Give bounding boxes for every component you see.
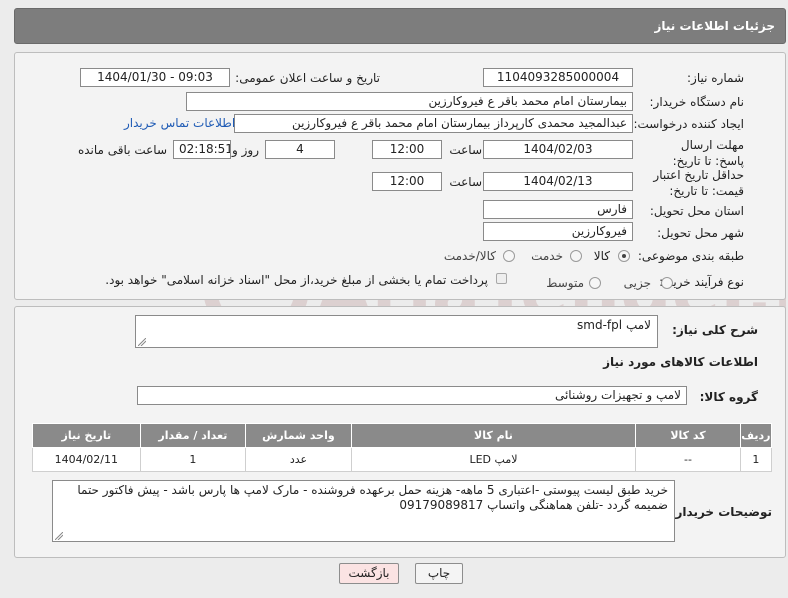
reply-remaining-field: 02:18:51 — [173, 140, 231, 159]
need-description-text: لامپ smd-fpl — [577, 318, 651, 332]
reply-hour-label: ساعت — [449, 143, 482, 157]
goods-group-field: لامپ و تجهیزات روشنائی — [137, 386, 687, 405]
reply-time-field: 12:00 — [372, 140, 442, 159]
buyer-notes-text: خرید طبق لیست پیوستی -اعتباری 5 ماهه- هز… — [77, 483, 668, 512]
category-option-goods: کالا — [593, 249, 610, 263]
price-date-field: 1404/02/13 — [483, 172, 633, 191]
day-and-label: روز و — [232, 143, 259, 157]
goods-table-header-row: ردیف کد کالا نام کالا واحد شمارش تعداد /… — [32, 423, 773, 448]
page: AriaTender.neT جزئیات اطلاعات نیاز شماره… — [0, 0, 788, 598]
announce-datetime-field: 1404/01/30 - 09:03 — [80, 68, 230, 87]
process-option-medium: متوسط — [546, 276, 584, 290]
need-number-label: شماره نیاز: — [687, 71, 744, 85]
buyer-notes-field: خرید طبق لیست پیوستی -اعتباری 5 ماهه- هز… — [52, 480, 675, 542]
need-number-field: 1104093285000004 — [483, 68, 633, 87]
process-radio-minor[interactable] — [661, 277, 673, 289]
delivery-city-label: شهر محل تحویل: — [657, 226, 744, 240]
category-radio-service[interactable] — [570, 250, 582, 262]
buyer-notes-label: توضیحات خریدار: — [670, 505, 772, 519]
category-option-service: خدمت — [531, 249, 563, 263]
delivery-province-label: استان محل تحویل: — [649, 204, 744, 218]
delivery-province-field: فارس — [483, 200, 633, 219]
process-option-minor: جزیی — [623, 276, 651, 290]
resize-grip-icon[interactable] — [55, 532, 63, 540]
goods-group-label: گروه کالا: — [699, 390, 758, 404]
cell-unit: عدد — [245, 447, 352, 472]
need-description-field: لامپ smd-fpl — [135, 315, 658, 348]
reply-deadline-label: مهلت ارسال پاسخ: تا تاریخ: — [672, 138, 744, 168]
col-row-header: ردیف — [739, 423, 773, 448]
col-quantity-header: تعداد / مقدار — [139, 423, 247, 448]
back-button[interactable]: بازگشت — [339, 563, 399, 584]
goods-info-heading: اطلاعات کالاهای مورد نیاز — [603, 355, 758, 369]
category-label: طبقه بندی موضوعی: — [637, 249, 744, 263]
cell-name: لامپ LED — [350, 447, 637, 472]
remaining-label: ساعت باقی مانده — [77, 143, 167, 157]
category-option-goods-service: کالا/خدمت — [443, 249, 496, 263]
category-radio-goods[interactable] — [618, 250, 630, 262]
buyer-contact-link[interactable]: اطلاعات تماس خریدار — [124, 116, 235, 130]
delivery-city-field: فیروکارزین — [483, 222, 633, 241]
cell-code: -- — [635, 447, 741, 472]
cell-date: 1404/02/11 — [32, 447, 141, 472]
goods-table: ردیف کد کالا نام کالا واحد شمارش تعداد /… — [32, 423, 773, 472]
print-button[interactable]: چاپ — [415, 563, 463, 584]
buyer-org-label: نام دستگاه خریدار: — [649, 95, 745, 109]
resize-grip-icon[interactable] — [138, 338, 146, 346]
cell-row-number: 1 — [739, 447, 773, 472]
table-row: 1 -- لامپ LED عدد 1 1404/02/11 — [32, 447, 773, 472]
need-description-label: شرح کلی نیاز: — [672, 323, 758, 337]
col-date-header: تاریخ نیاز — [32, 423, 141, 448]
process-radio-medium[interactable] — [589, 277, 601, 289]
reply-date-field: 1404/02/03 — [483, 140, 633, 159]
col-name-header: نام کالا — [350, 423, 637, 448]
price-time-field: 12:00 — [372, 172, 442, 191]
price-validity-label: حداقل تاریخ اعتبار قیمت: تا تاریخ: — [653, 168, 744, 198]
treasury-payment-note: پرداخت تمام یا بخشی از مبلغ خرید،از محل … — [105, 273, 488, 287]
treasury-payment-checkbox[interactable] — [496, 273, 507, 284]
requester-label: ایجاد کننده درخواست: — [633, 117, 744, 131]
cell-quantity: 1 — [139, 447, 247, 472]
requester-field: عبدالمجید محمدی کارپرداز بیمارستان امام … — [234, 114, 633, 133]
reply-days-field: 4 — [265, 140, 335, 159]
col-code-header: کد کالا — [635, 423, 741, 448]
price-hour-label: ساعت — [449, 175, 482, 189]
page-title: جزئیات اطلاعات نیاز — [654, 19, 775, 33]
col-unit-header: واحد شمارش — [245, 423, 352, 448]
page-header: جزئیات اطلاعات نیاز — [14, 8, 786, 44]
announce-datetime-label: تاریخ و ساعت اعلان عمومی: — [235, 71, 380, 85]
buyer-org-field: بیمارستان امام محمد باقر ع فیروکارزین — [186, 92, 633, 111]
category-radio-goods-service[interactable] — [503, 250, 515, 262]
